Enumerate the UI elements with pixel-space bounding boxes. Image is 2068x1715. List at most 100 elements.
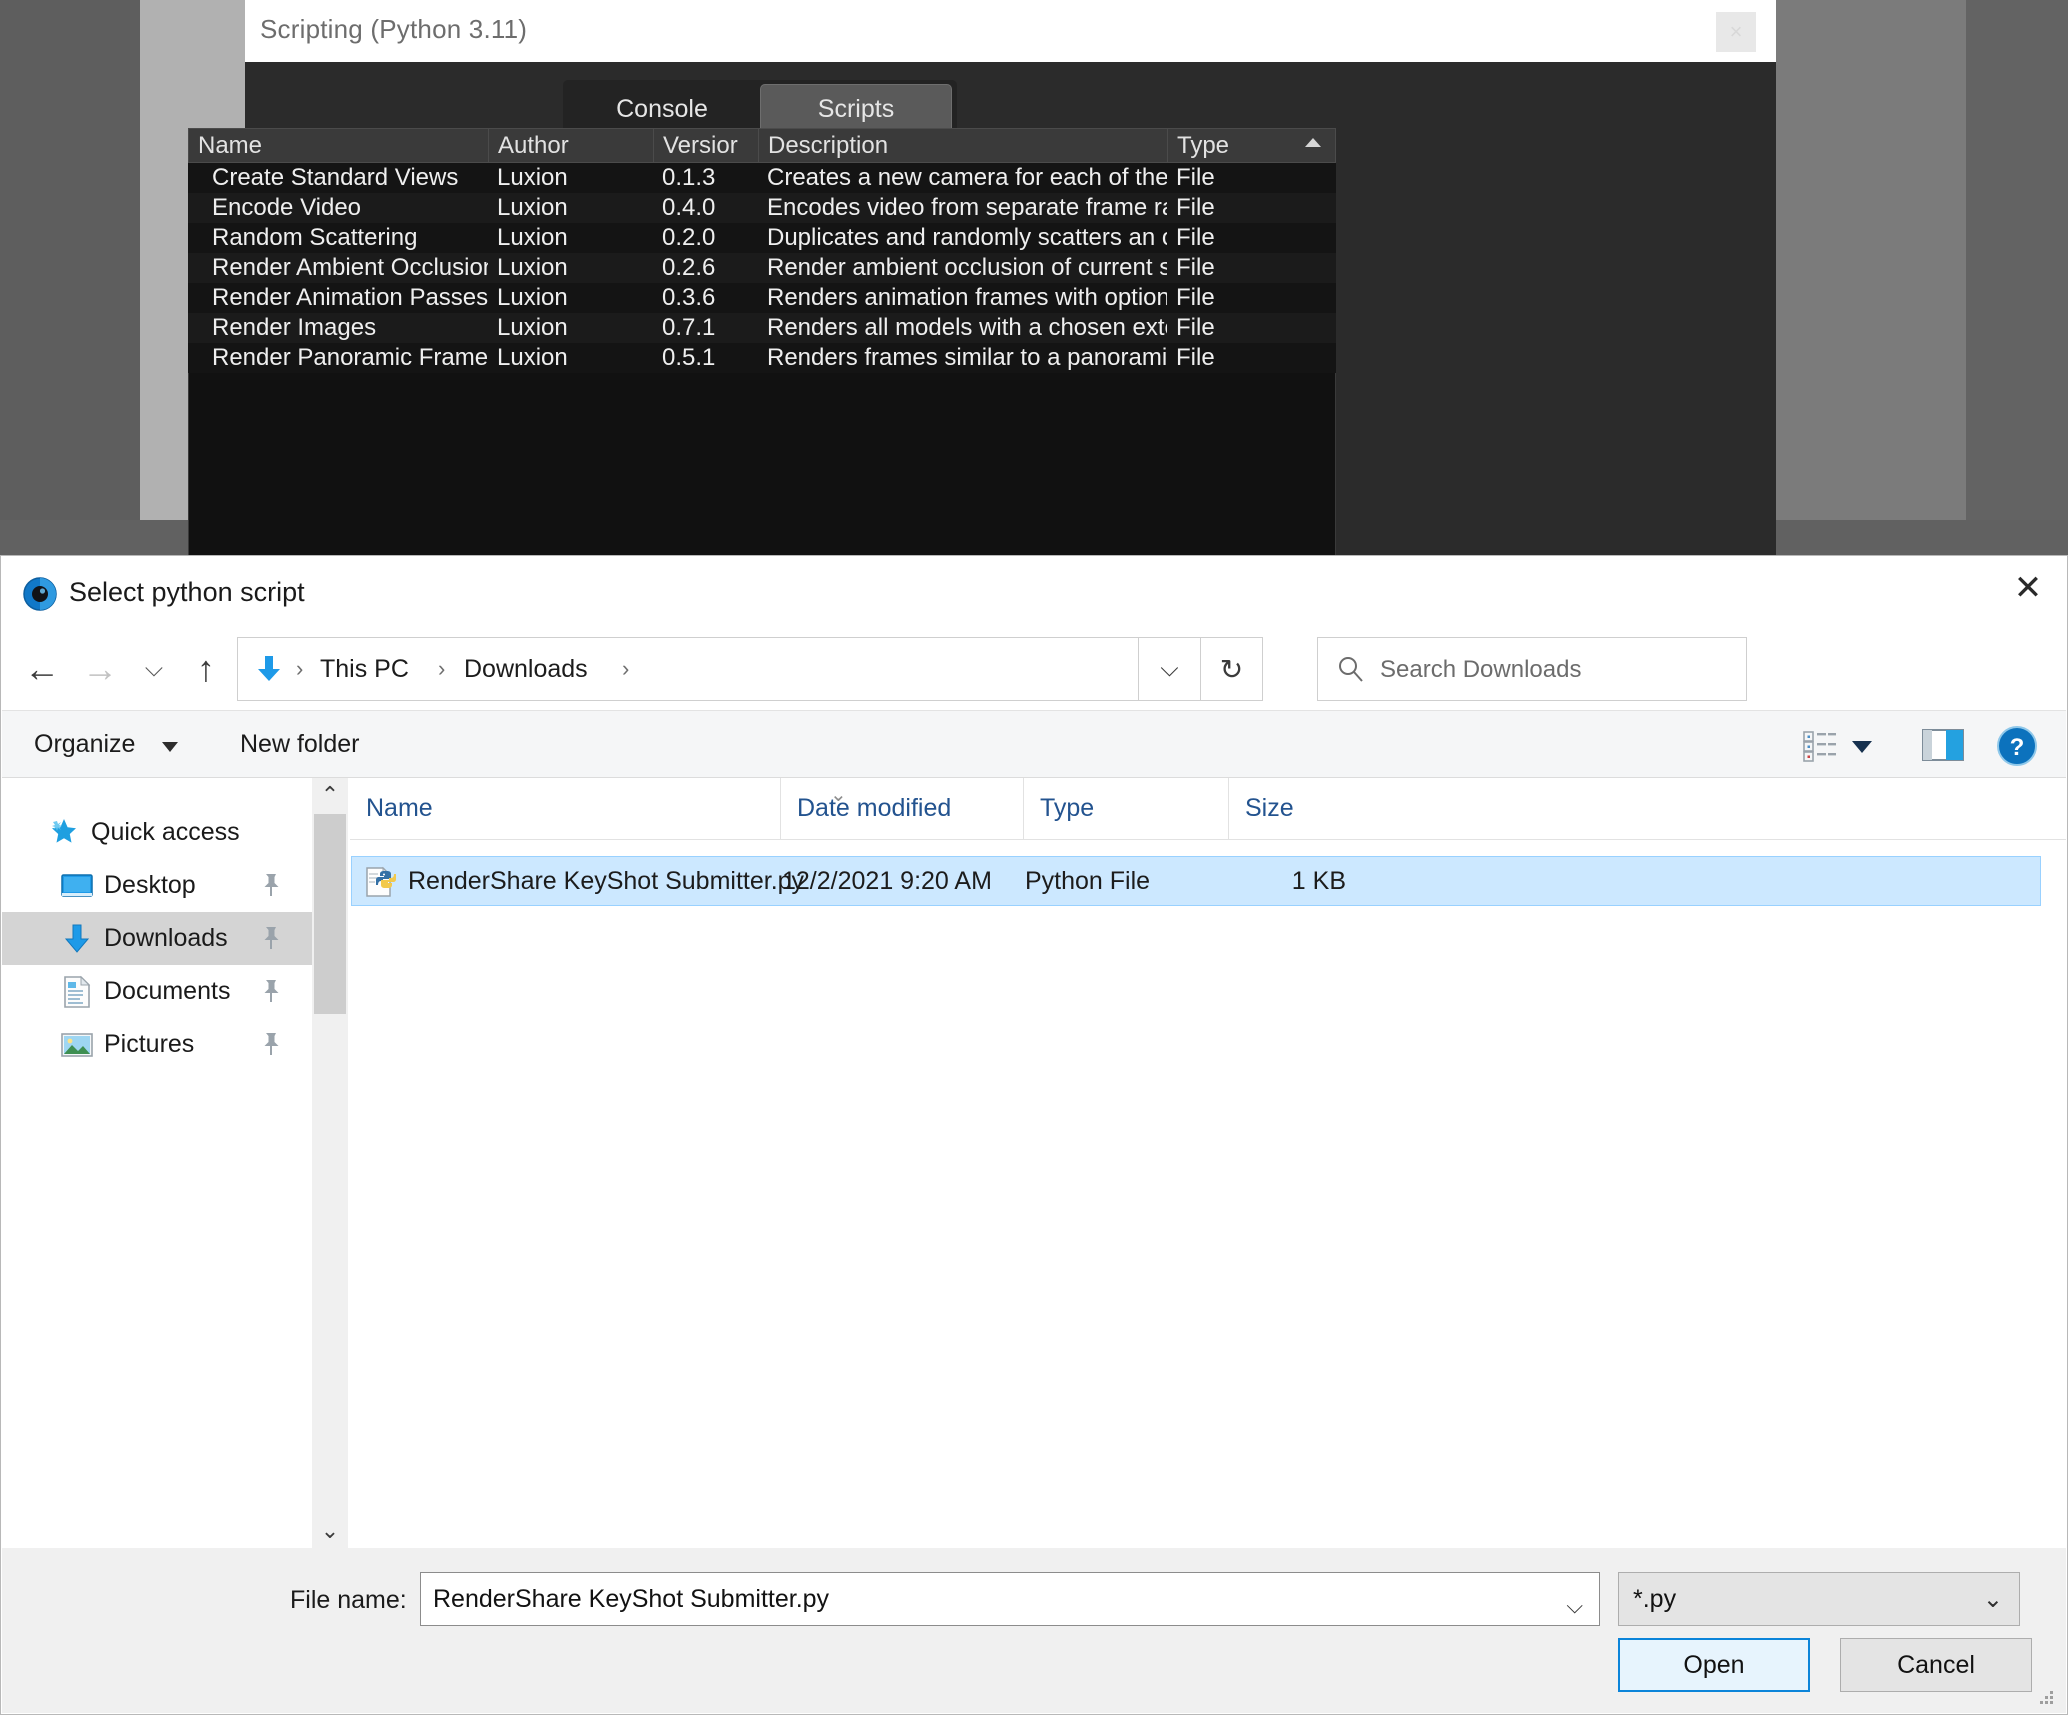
up-button[interactable]: ↑ — [179, 642, 233, 696]
refresh-button[interactable]: ↻ — [1201, 637, 1263, 701]
scripts-cell-version: 0.2.0 — [662, 224, 716, 251]
sidebar-item-desktop[interactable]: Desktop — [2, 859, 312, 912]
scripts-cell-author: Luxion — [497, 284, 568, 311]
scripting-window: Scripting (Python 3.11) × Console Script… — [188, 0, 1776, 558]
scripts-cell-description: Render ambient occlusion of current scen… — [767, 254, 1167, 281]
back-button[interactable]: ← — [15, 642, 69, 696]
scrollbar-thumb[interactable] — [314, 814, 346, 1014]
scripts-cell-version: 0.3.6 — [662, 284, 716, 311]
file-type-cell: Python File — [1025, 867, 1151, 895]
sidebar-item-documents[interactable]: Documents — [2, 965, 312, 1018]
table-row[interactable]: RenderShare KeyShot Submitter.py 12/2/20… — [351, 856, 2041, 906]
scripts-table-row[interactable]: Render Images Luxion 0.7.1 Renders all mode… — [188, 313, 1336, 343]
scripts-col-name[interactable]: Name — [189, 129, 489, 162]
scroll-down-button[interactable]: ⌄ — [312, 1514, 348, 1548]
scripts-table-row[interactable]: Create Standard Views Luxion 0.1.3 Creates … — [188, 163, 1336, 193]
scripts-cell-name: Render Panoramic Frames — [212, 344, 488, 371]
scripts-col-author[interactable]: Author — [489, 129, 654, 162]
breadcrumb-this-pc[interactable]: This PC — [320, 655, 409, 684]
help-icon[interactable]: ? — [1996, 725, 2038, 767]
star-icon — [47, 816, 81, 850]
dialog-toolbar: Organize New folder ? — [2, 710, 2066, 778]
pin-icon[interactable] — [258, 1031, 284, 1057]
sort-indicator-icon: ⌄ — [830, 784, 847, 806]
forward-button[interactable]: → — [73, 642, 127, 696]
pin-icon[interactable] — [258, 978, 284, 1004]
scripts-table-row[interactable]: Render Animation Passes Luxion 0.3.6 Render… — [188, 283, 1336, 313]
scripts-col-description[interactable]: Description — [759, 129, 1168, 162]
file-name-input[interactable]: RenderShare KeyShot Submitter.py ⌵ — [420, 1572, 1600, 1626]
open-button[interactable]: Open — [1618, 1638, 1810, 1692]
scripts-cell-name: Create Standard Views — [212, 164, 459, 191]
close-icon[interactable]: ✕ — [1989, 556, 2067, 620]
downloads-icon — [60, 922, 94, 956]
dialog-title: Select python script — [69, 577, 305, 607]
file-col-name[interactable]: Name — [350, 778, 780, 839]
chevron-down-icon[interactable]: ⌵ — [1566, 1593, 1583, 1619]
sidebar-scrollbar[interactable]: ⌃ ⌄ — [312, 778, 348, 1548]
file-list-header: Name Date modified Type Size ⌄ — [350, 778, 2066, 840]
recent-locations-button[interactable]: ⌵ — [127, 642, 181, 696]
scripts-table-row[interactable]: Encode Video Luxion 0.4.0 Encodes video fro… — [188, 193, 1336, 223]
screen: Scripting (Python 3.11) × Console Script… — [0, 0, 2068, 1715]
scripts-col-version[interactable]: Versior — [654, 129, 759, 162]
breadcrumb-downloads[interactable]: Downloads — [464, 655, 588, 684]
scripts-table-row[interactable]: Random Scattering Luxion 0.2.0 Duplicates a… — [188, 223, 1336, 253]
scripts-table: Name Author Versior Description Type Cre… — [188, 128, 1336, 558]
list-view-icon[interactable] — [1802, 728, 1838, 764]
scripts-cell-type: File — [1176, 224, 1215, 251]
scripts-cell-type: File — [1176, 284, 1215, 311]
breadcrumb-separator: › — [296, 656, 304, 681]
scripts-cell-description: Renders all models with a chosen extensi… — [767, 314, 1167, 341]
address-dropdown-button[interactable]: ⌵ — [1139, 637, 1201, 701]
sidebar-item-pictures[interactable]: Pictures — [2, 1018, 312, 1071]
scripts-cell-name: Render Images — [212, 314, 377, 341]
file-col-type[interactable]: Type — [1023, 778, 1228, 839]
scripts-cell-name: Render Ambient Occlusion — [212, 254, 488, 281]
file-name-cell: RenderShare KeyShot Submitter.py — [408, 867, 805, 895]
desktop-background-right — [1776, 0, 1966, 555]
pin-icon[interactable] — [258, 925, 284, 951]
scripts-cell-name: Render Animation Passes — [212, 284, 488, 311]
preview-pane-icon[interactable] — [1922, 727, 1964, 763]
scripts-table-row[interactable]: Render Ambient Occlusion Luxion 0.2.6 Rende… — [188, 253, 1336, 283]
tab-console[interactable]: Console — [566, 84, 758, 134]
tab-scripts[interactable]: Scripts — [760, 84, 952, 134]
scripts-table-row[interactable]: Render Panoramic Frames Luxion 0.5.1 Render… — [188, 343, 1336, 373]
desktop-icon — [60, 869, 94, 903]
scripts-cell-version: 0.1.3 — [662, 164, 716, 191]
file-date-cell: 12/2/2021 9:20 AM — [782, 867, 992, 895]
sidebar-item-label: Documents — [104, 977, 231, 1005]
pin-icon[interactable] — [258, 872, 284, 898]
scroll-up-button[interactable]: ⌃ — [312, 778, 348, 812]
file-col-size[interactable]: Size — [1228, 778, 1358, 839]
scripts-cell-type: File — [1176, 194, 1215, 221]
desktop-background-left — [0, 0, 140, 555]
scripts-cell-type: File — [1176, 344, 1215, 371]
close-icon[interactable]: × — [1716, 12, 1756, 52]
file-col-date-modified[interactable]: Date modified — [780, 778, 1023, 839]
resize-grip-icon[interactable] — [2036, 1685, 2056, 1705]
file-name-label: File name: — [290, 1586, 407, 1614]
downloads-arrow-icon — [258, 656, 280, 681]
sidebar-item-label: Desktop — [104, 871, 196, 899]
new-folder-button[interactable]: New folder — [240, 730, 360, 759]
cancel-button[interactable]: Cancel — [1840, 1638, 2032, 1692]
search-input[interactable]: Search Downloads — [1380, 656, 1581, 684]
organize-button[interactable]: Organize — [34, 730, 135, 759]
scripts-cell-author: Luxion — [497, 344, 568, 371]
scripts-cell-type: File — [1176, 164, 1215, 191]
sidebar-item-downloads[interactable]: Downloads — [2, 912, 312, 965]
chevron-down-icon[interactable] — [162, 742, 178, 752]
address-bar[interactable]: › This PC › Downloads › — [237, 637, 1139, 701]
search-box[interactable]: Search Downloads — [1317, 637, 1747, 701]
scripting-window-title: Scripting (Python 3.11) — [260, 14, 528, 44]
chevron-down-icon[interactable] — [1852, 741, 1872, 753]
scripts-cell-author: Luxion — [497, 224, 568, 251]
svg-text:?: ? — [2010, 734, 2025, 761]
dialog-content: Quick access Desktop Downloads Documents Pic… — [2, 778, 2066, 1548]
scripts-cell-version: 0.2.6 — [662, 254, 716, 281]
file-type-filter-select[interactable]: *.py ⌄ — [1618, 1572, 2020, 1626]
navigation-sidebar: Quick access Desktop Downloads Documents Pic… — [2, 778, 312, 1548]
sidebar-item-quick-access[interactable]: Quick access — [2, 806, 312, 859]
